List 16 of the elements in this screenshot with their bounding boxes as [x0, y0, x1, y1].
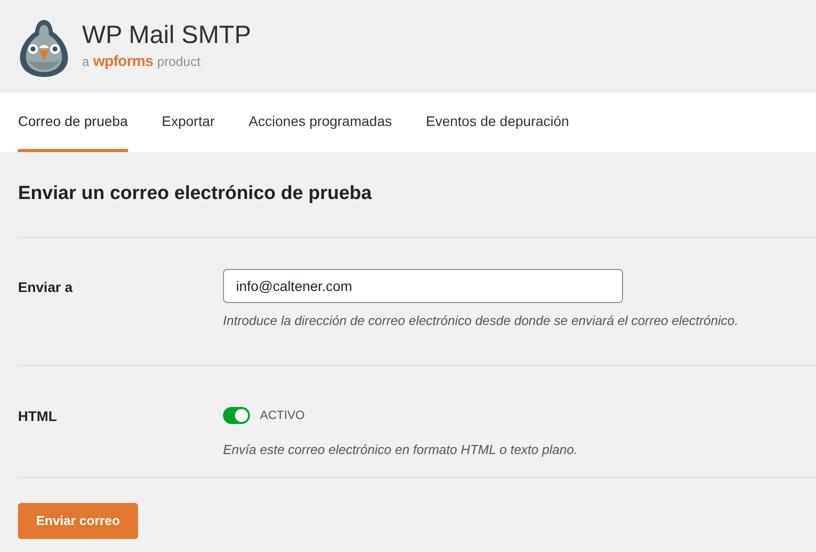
section-title: Enviar un correo electrónico de prueba: [18, 182, 372, 206]
app-title: WP Mail SMTP: [82, 20, 251, 52]
tagline-text: a: [82, 53, 90, 72]
tagline-text: product: [157, 53, 200, 72]
tab[interactable]: Correo de prueba: [18, 93, 128, 152]
field-label: HTML: [18, 407, 58, 426]
field-label: Enviar a: [18, 278, 74, 297]
email-input[interactable]: info@caltener.com: [223, 269, 623, 303]
brand-text: wpforms: [93, 52, 154, 72]
toggle-state-label: ACTIVO: [260, 407, 305, 424]
tab[interactable]: Eventos de depuración: [426, 93, 570, 152]
tab[interactable]: Acciones programadas: [248, 93, 392, 152]
tab[interactable]: Exportar: [162, 93, 215, 152]
field-hint: Envía este correo electrónico en formato HTML o texto plano.: [223, 441, 578, 459]
toggle-switch[interactable]: [223, 406, 250, 424]
field-hint: Introduce la dirección de correo electrónico desde donde se enviará el correo electrónico.: [223, 312, 738, 330]
